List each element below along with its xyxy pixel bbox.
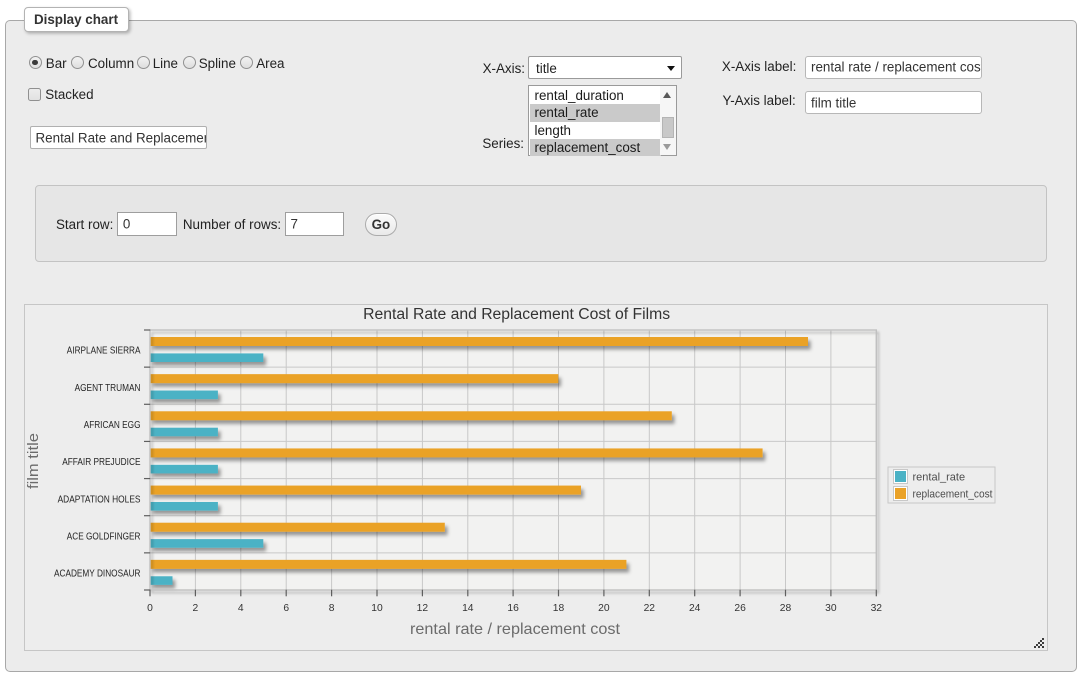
svg-text:film title: film title [25,433,42,489]
svg-text:AFRICAN EGG: AFRICAN EGG [84,420,141,431]
svg-text:6: 6 [283,603,289,614]
svg-text:rental_rate: rental_rate [913,472,966,484]
svg-text:30: 30 [825,603,837,614]
svg-text:16: 16 [507,603,519,614]
svg-text:2: 2 [193,603,199,614]
svg-text:10: 10 [371,603,383,614]
svg-text:AGENT TRUMAN: AGENT TRUMAN [75,383,141,394]
svg-text:28: 28 [780,603,792,614]
svg-text:AFFAIR PREJUDICE: AFFAIR PREJUDICE [62,457,140,468]
svg-text:ADAPTATION HOLES: ADAPTATION HOLES [58,494,141,505]
svg-text:14: 14 [462,603,474,614]
svg-text:AIRPLANE SIERRA: AIRPLANE SIERRA [67,346,141,357]
svg-text:26: 26 [734,603,746,614]
svg-text:Rental Rate and Replacement Co: Rental Rate and Replacement Cost of Film… [363,306,670,323]
svg-text:18: 18 [553,603,565,614]
svg-text:20: 20 [598,603,610,614]
svg-text:22: 22 [644,603,656,614]
svg-text:8: 8 [329,603,335,614]
svg-text:replacement_cost: replacement_cost [913,489,993,501]
svg-text:4: 4 [238,603,244,614]
svg-text:rental rate / replacement cost: rental rate / replacement cost [410,621,621,638]
svg-text:0: 0 [147,603,153,614]
svg-text:24: 24 [689,603,701,614]
svg-text:12: 12 [417,603,429,614]
svg-text:ACADEMY DINOSAUR: ACADEMY DINOSAUR [54,569,141,580]
svg-text:ACE GOLDFINGER: ACE GOLDFINGER [67,531,141,542]
svg-text:32: 32 [871,603,883,614]
